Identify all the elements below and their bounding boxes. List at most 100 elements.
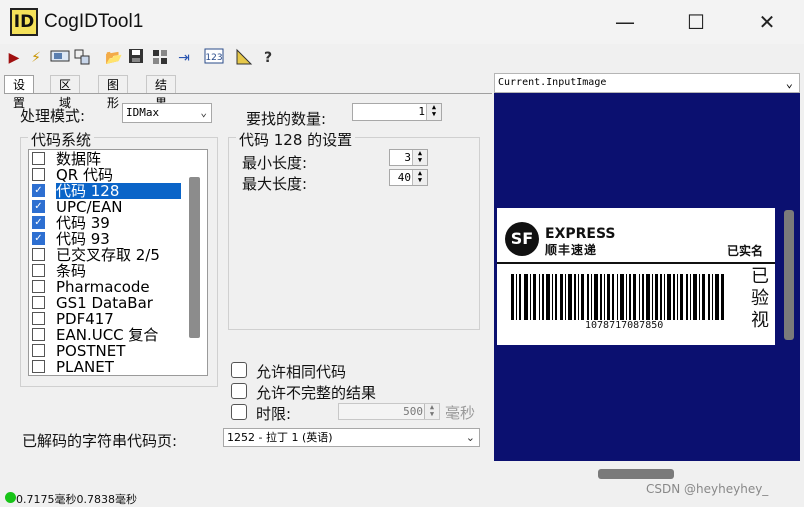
open-folder-icon[interactable]: 📂 [104, 48, 124, 68]
code-label: 代码 39 [56, 214, 110, 232]
numeric-icon[interactable]: 123 [204, 48, 224, 68]
code-checkbox[interactable] [32, 264, 45, 277]
svg-text:123: 123 [205, 53, 222, 63]
code-checkbox[interactable] [32, 168, 45, 181]
verified-text: 已验视 [751, 266, 769, 331]
code-label: PDF417 [56, 310, 114, 328]
code-checkbox[interactable] [32, 280, 45, 293]
barcode-number: 1078717087850 [585, 320, 664, 331]
list-item[interactable]: GS1 DataBar [29, 295, 189, 311]
vertical-scrollbar[interactable] [784, 210, 794, 340]
tab-divider [4, 93, 492, 94]
spinner-arrows-icon[interactable]: ▲ ▼ [412, 170, 427, 185]
code-checkbox[interactable] [32, 360, 45, 373]
status-indicator-icon [5, 492, 16, 503]
timeout-checkbox[interactable] [231, 404, 247, 420]
timeout-spinner[interactable]: 500 ▲ ▼ [338, 403, 440, 420]
code-label: 代码 128 [56, 183, 181, 199]
chevron-down-icon: ⌄ [785, 76, 793, 90]
code-checkbox[interactable] [32, 328, 45, 341]
code-label: 数据阵 [56, 150, 102, 168]
code-label: EAN.UCC 复合 [56, 326, 159, 344]
code-label: 代码 93 [56, 230, 110, 248]
code-checkbox[interactable] [32, 296, 45, 309]
run-icon[interactable]: ▶ [4, 48, 24, 68]
code-label: GS1 DataBar [56, 294, 153, 312]
watermark: CSDN @heyheyhey_ [646, 482, 769, 496]
realname-text: 已实名 [727, 244, 764, 258]
tab-settings[interactable]: 设置 [4, 75, 35, 110]
spinner-arrows-icon[interactable]: ▲ ▼ [412, 150, 427, 165]
mode-value: IDMax [126, 106, 160, 119]
min-length-value: 3 [404, 151, 411, 164]
code-checkbox[interactable]: ✓ [32, 216, 45, 229]
save-icon[interactable] [126, 48, 146, 68]
tab-results[interactable]: 结果 [146, 75, 177, 110]
list-item[interactable]: ✓ 代码 39 [29, 215, 189, 231]
count-label: 要找的数量: [246, 110, 327, 128]
list-item[interactable]: POSTNET [29, 343, 189, 359]
codepage-label: 已解码的字符串代码页: [22, 432, 178, 450]
status-text: 0.7175毫秒0.7838毫秒 [16, 493, 137, 506]
max-length-spinner[interactable]: 40 ▲ ▼ [389, 169, 428, 186]
code128-group-label: 代码 128 的设置 [236, 129, 356, 150]
barcode-icon [511, 274, 724, 320]
measure-icon[interactable] [234, 48, 254, 68]
list-item[interactable]: 已交叉存取 2/5 [29, 247, 189, 263]
list-scrollbar[interactable] [189, 177, 200, 338]
minimize-button[interactable]: — [605, 8, 645, 36]
code-label: PLANET [56, 358, 114, 376]
list-item[interactable]: PDF417 [29, 311, 189, 327]
count-spinner[interactable]: 1 ▲ ▼ [352, 103, 442, 121]
code-checkbox[interactable] [32, 312, 45, 325]
image-selector[interactable]: Current.InputImage ⌄ [494, 73, 800, 93]
allow-same-label: 允许相同代码 [256, 363, 347, 381]
count-value: 1 [418, 105, 425, 118]
code-checkbox[interactable] [32, 152, 45, 165]
layout-icon[interactable] [72, 48, 92, 68]
code-checkbox[interactable]: ✓ [32, 232, 45, 245]
min-length-label: 最小长度: [242, 154, 308, 172]
code-checkbox[interactable]: ✓ [32, 200, 45, 213]
list-item[interactable]: ✓ 代码 128 [29, 183, 189, 199]
list-item[interactable]: PLANET [29, 359, 189, 375]
grid-icon[interactable] [150, 48, 170, 68]
list-item[interactable]: Pharmacode [29, 279, 189, 295]
maximize-button[interactable]: ☐ [676, 8, 716, 36]
min-length-spinner[interactable]: 3 ▲ ▼ [389, 149, 428, 166]
label-divider [497, 262, 775, 264]
list-item[interactable]: ✓ 代码 93 [29, 231, 189, 247]
max-length-label: 最大长度: [242, 175, 308, 193]
allow-same-checkbox[interactable] [231, 362, 247, 378]
close-button[interactable]: ✕ [747, 8, 787, 36]
list-item[interactable]: 条码 [29, 263, 189, 279]
image-source-icon[interactable] [50, 48, 70, 68]
tab-graphics[interactable]: 图形 [98, 75, 129, 110]
codepage-value: 1252 - 拉丁 1 (英语) [227, 431, 333, 444]
code-checkbox[interactable] [32, 344, 45, 357]
code-checkbox[interactable]: ✓ [32, 184, 45, 197]
spinner-arrows-icon[interactable]: ▲ ▼ [424, 404, 439, 419]
list-item[interactable]: EAN.UCC 复合 [29, 327, 189, 343]
code-label: UPC/EAN [56, 198, 123, 216]
toolbar: ▶ ⚡ 📂 ⇥ 123 ? [0, 44, 804, 72]
tab-region[interactable]: 区域 [50, 75, 81, 110]
allow-incomplete-checkbox[interactable] [231, 383, 247, 399]
list-item[interactable]: ✓ UPC/EAN [29, 199, 189, 215]
code-checkbox[interactable] [32, 248, 45, 261]
timeout-value: 500 [403, 405, 423, 418]
horizontal-scrollbar[interactable] [598, 469, 674, 479]
lightning-icon[interactable]: ⚡ [26, 48, 46, 68]
list-item[interactable]: QR 代码 [29, 167, 189, 183]
mode-select[interactable]: IDMax ⌄ [122, 103, 212, 123]
code-label: 已交叉存取 2/5 [56, 246, 160, 264]
brand-en: EXPRESS [545, 226, 616, 242]
code-list[interactable]: 数据阵 QR 代码 ✓ 代码 128 ✓ UPC/EAN ✓ 代码 39 ✓ 代… [28, 149, 208, 376]
spinner-arrows-icon[interactable]: ▲ ▼ [426, 104, 441, 120]
list-item[interactable]: 数据阵 [29, 151, 189, 167]
mode-label: 处理模式: [20, 107, 86, 125]
import-icon[interactable]: ⇥ [174, 48, 194, 68]
codepage-select[interactable]: 1252 - 拉丁 1 (英语) ⌄ [223, 428, 480, 447]
help-icon[interactable]: ? [258, 48, 278, 68]
max-length-value: 40 [397, 171, 411, 184]
